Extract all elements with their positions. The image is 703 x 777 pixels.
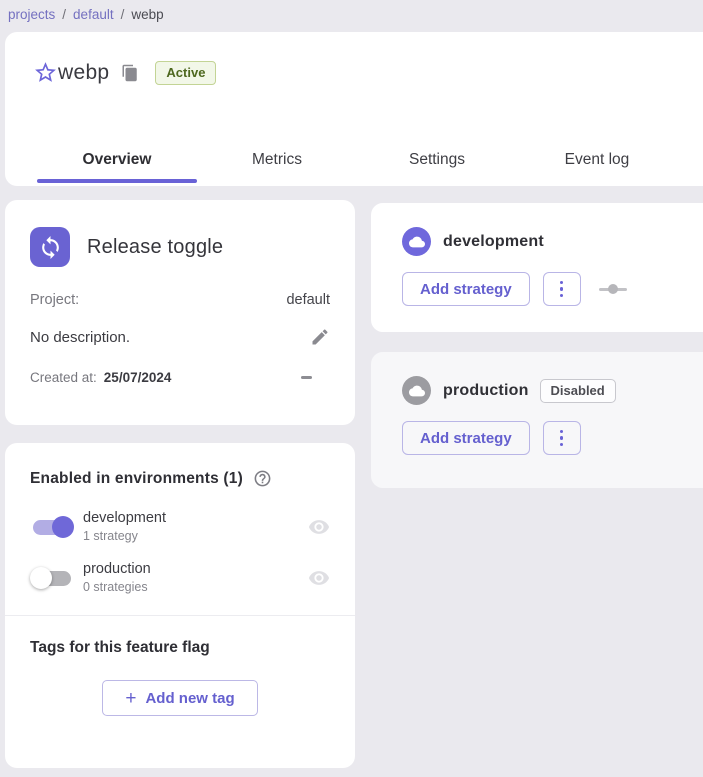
preview-production-button[interactable] xyxy=(308,567,330,589)
release-toggle-icon xyxy=(30,227,70,267)
environment-menu-button[interactable] xyxy=(543,272,581,306)
description-row: No description. xyxy=(30,327,330,347)
tags-title: Tags for this feature flag xyxy=(30,639,330,657)
created-at: Created at: 25/07/2024 xyxy=(30,370,171,385)
flag-details-card: Release toggle Project: default No descr… xyxy=(5,200,355,425)
copy-name-button[interactable] xyxy=(121,64,139,82)
breadcrumb-separator: / xyxy=(121,7,125,22)
project-row: Project: default xyxy=(30,292,330,308)
panel-header: development xyxy=(402,227,703,256)
plus-icon: + xyxy=(125,689,136,708)
feature-header-card: webp Active Overview Metrics Settings Ev… xyxy=(5,32,703,186)
kebab-menu-icon xyxy=(560,281,564,285)
eye-icon xyxy=(308,516,330,538)
development-toggle[interactable] xyxy=(30,515,74,539)
project-value: default xyxy=(286,292,330,308)
help-icon xyxy=(253,469,272,488)
description-text: No description. xyxy=(30,329,130,346)
project-label: Project: xyxy=(30,292,79,308)
env-row-development: development 1 strategy xyxy=(30,510,330,543)
panel-actions: Add strategy xyxy=(402,272,703,306)
help-button[interactable] xyxy=(253,469,272,488)
env-name: development xyxy=(83,510,166,526)
flag-type-row: Release toggle xyxy=(30,227,330,267)
kebab-menu-icon xyxy=(560,430,564,434)
preview-development-button[interactable] xyxy=(308,516,330,538)
panel-actions: Add strategy xyxy=(402,421,703,455)
feature-title-row: webp Active xyxy=(33,60,216,85)
environment-cloud-icon xyxy=(402,227,431,256)
add-strategy-label: Add strategy xyxy=(420,430,512,447)
breadcrumb-separator: / xyxy=(62,7,66,22)
panel-header: production Disabled xyxy=(402,376,703,405)
toggle-knob xyxy=(30,567,52,589)
eye-icon xyxy=(308,567,330,589)
env-strategy-count: 1 strategy xyxy=(83,529,166,543)
breadcrumb-current: webp xyxy=(131,7,163,22)
created-value: 25/07/2024 xyxy=(104,370,172,385)
production-toggle[interactable] xyxy=(30,566,74,590)
tab-metrics[interactable]: Metrics xyxy=(197,134,357,186)
environment-cloud-icon xyxy=(402,376,431,405)
environment-menu-button[interactable] xyxy=(543,421,581,455)
env-strategy-count: 0 strategies xyxy=(83,580,151,594)
env-meta: development 1 strategy xyxy=(83,510,166,543)
add-strategy-button[interactable]: Add strategy xyxy=(402,421,530,455)
breadcrumb-default[interactable]: default xyxy=(73,7,114,22)
active-tab-indicator xyxy=(37,179,197,183)
environment-name: development xyxy=(443,233,544,251)
env-row-production: production 0 strategies xyxy=(30,561,330,594)
minus-icon xyxy=(301,376,312,379)
environment-name: production xyxy=(443,382,529,400)
add-strategy-button[interactable]: Add strategy xyxy=(402,272,530,306)
tab-event-log[interactable]: Event log xyxy=(517,134,677,186)
development-environment-panel: development Add strategy xyxy=(371,203,703,332)
drag-handle-icon xyxy=(599,284,627,294)
created-row: Created at: 25/07/2024 xyxy=(30,370,330,385)
breadcrumb: projects / default / webp xyxy=(8,7,164,22)
created-label: Created at: xyxy=(30,370,97,385)
favorite-star-button[interactable] xyxy=(33,60,58,85)
environments-title: Enabled in environments (1) xyxy=(30,470,243,488)
star-outline-icon xyxy=(33,60,58,85)
env-meta: production 0 strategies xyxy=(83,561,151,594)
toggle-knob xyxy=(52,516,74,538)
edit-description-button[interactable] xyxy=(310,327,330,347)
page-title: webp xyxy=(58,61,109,85)
environments-card: Enabled in environments (1) development … xyxy=(5,443,355,768)
pencil-icon xyxy=(310,327,330,347)
add-strategy-label: Add strategy xyxy=(420,281,512,298)
copy-icon xyxy=(121,64,139,82)
env-name: production xyxy=(83,561,151,577)
add-new-tag-label: Add new tag xyxy=(145,690,234,707)
flag-type-label: Release toggle xyxy=(87,236,223,259)
disabled-badge: Disabled xyxy=(540,379,616,403)
tab-settings[interactable]: Settings xyxy=(357,134,517,186)
section-divider xyxy=(5,615,355,616)
add-new-tag-button[interactable]: + Add new tag xyxy=(102,680,258,716)
production-environment-panel: production Disabled Add strategy xyxy=(371,352,703,488)
breadcrumb-projects[interactable]: projects xyxy=(8,7,55,22)
status-badge: Active xyxy=(155,61,216,85)
environments-title-row: Enabled in environments (1) xyxy=(30,469,330,488)
